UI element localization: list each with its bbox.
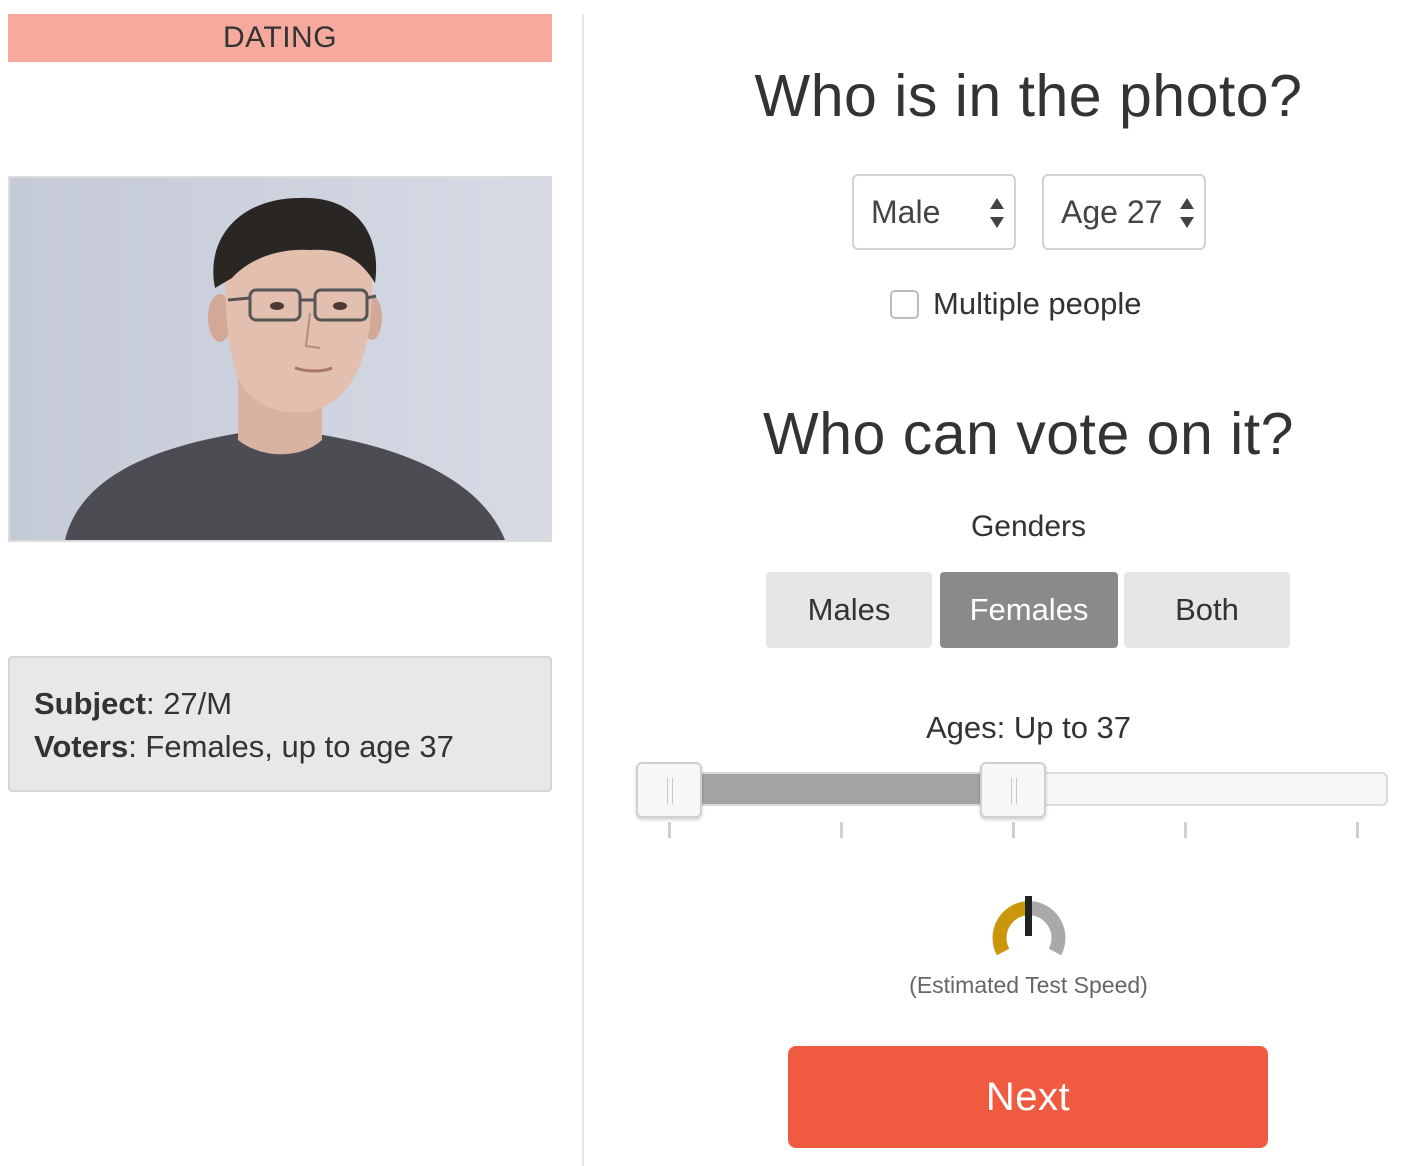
- subject-gender-select[interactable]: Male: [852, 174, 1016, 250]
- age-range-tick: [668, 822, 671, 838]
- next-button[interactable]: Next: [788, 1046, 1268, 1148]
- multiple-people-label: Multiple people: [933, 286, 1142, 321]
- voter-gender-females-button[interactable]: Females: [940, 572, 1118, 648]
- left-panel: DATING Subject: 27/M Voters: Females, up…: [0, 0, 583, 1166]
- category-label: DATING: [222, 21, 338, 54]
- voters-value: : Females, up to age 37: [128, 729, 454, 764]
- subject-age-value: Age 27: [1061, 193, 1163, 230]
- multiple-people-option[interactable]: Multiple people: [890, 286, 1142, 322]
- subject-age-select[interactable]: Age 27: [1042, 174, 1206, 250]
- category-banner: DATING: [8, 14, 552, 62]
- age-range-max-handle[interactable]: [980, 762, 1046, 818]
- voter-gender-both-button[interactable]: Both: [1124, 572, 1290, 648]
- subject-gender-value: Male: [871, 193, 941, 230]
- select-arrows-icon: [1180, 198, 1194, 228]
- subject-photo: [8, 176, 552, 542]
- voters-label: Voters: [34, 729, 129, 764]
- age-range-tick: [1012, 822, 1015, 838]
- test-summary-card: Subject: 27/M Voters: Females, up to age…: [8, 656, 552, 792]
- age-range-tick: [840, 822, 843, 838]
- vote-heading: Who can vote on it?: [763, 401, 1294, 467]
- voters-line: Voters: Females, up to age 37: [34, 725, 550, 768]
- genders-label: Genders: [970, 510, 1087, 543]
- speed-gauge-icon: [992, 896, 1066, 956]
- age-range-slider-fill: [671, 774, 1015, 804]
- subject-label: Subject: [34, 686, 146, 721]
- voter-gender-males-button[interactable]: Males: [766, 572, 932, 648]
- age-range-tick: [1356, 822, 1359, 838]
- subject-value: : 27/M: [145, 686, 233, 721]
- age-range-min-handle[interactable]: [636, 762, 702, 818]
- multiple-people-checkbox[interactable]: [890, 289, 919, 319]
- subject-photo-image: [10, 178, 550, 540]
- right-panel: Who is in the photo? Male Age 27 Multipl…: [584, 0, 1402, 1166]
- ages-label: Ages: Up to 37: [925, 710, 1132, 745]
- age-range-tick: [1184, 822, 1187, 838]
- photo-heading: Who is in the photo?: [754, 63, 1303, 129]
- subject-line: Subject: 27/M: [34, 682, 550, 725]
- estimated-speed-label: (Estimated Test Speed): [909, 972, 1148, 998]
- select-arrows-icon: [990, 198, 1004, 228]
